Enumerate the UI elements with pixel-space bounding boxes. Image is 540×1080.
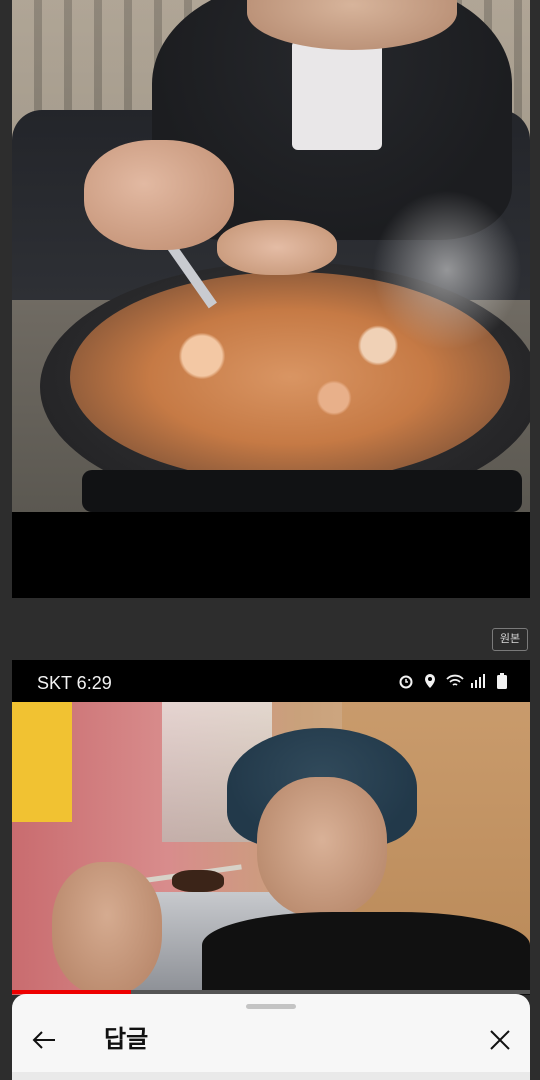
arrow-left-icon	[32, 1031, 55, 1049]
steam	[372, 190, 522, 350]
status-icons	[398, 673, 510, 689]
alarm-icon	[398, 673, 414, 689]
close-icon	[490, 1030, 510, 1050]
carrier-time: SKT 6:29	[37, 673, 112, 693]
man-face	[257, 777, 387, 917]
hand-holding-spoon	[84, 140, 234, 250]
sheet-drag-handle[interactable]	[246, 1004, 296, 1009]
second-hand	[217, 220, 337, 275]
location-icon	[422, 673, 438, 689]
close-button[interactable]	[486, 1026, 514, 1054]
yellow-shelf	[12, 702, 72, 822]
black-shirt	[202, 912, 530, 995]
sheet-title: 답글	[104, 1026, 149, 1053]
reply-sheet: 답글	[12, 994, 530, 1080]
person-shirt	[292, 40, 382, 150]
phone-status-bar: SKT 6:29	[12, 660, 530, 702]
battery-icon	[494, 673, 510, 689]
back-button[interactable]	[30, 1026, 58, 1054]
signal-icon	[470, 673, 486, 689]
sheet-divider	[12, 1072, 530, 1080]
camping-stove	[82, 470, 522, 512]
meat-piece	[172, 870, 224, 892]
original-badge[interactable]: 원본	[492, 628, 528, 651]
hand	[52, 862, 162, 995]
embedded-screenshot: SKT 6:29	[12, 660, 530, 995]
selfie-photo	[12, 702, 530, 995]
image-letterbox	[12, 512, 530, 598]
wifi-icon	[446, 673, 464, 689]
cooking-photo	[12, 0, 530, 512]
sheet-header: 답글	[12, 1022, 530, 1058]
